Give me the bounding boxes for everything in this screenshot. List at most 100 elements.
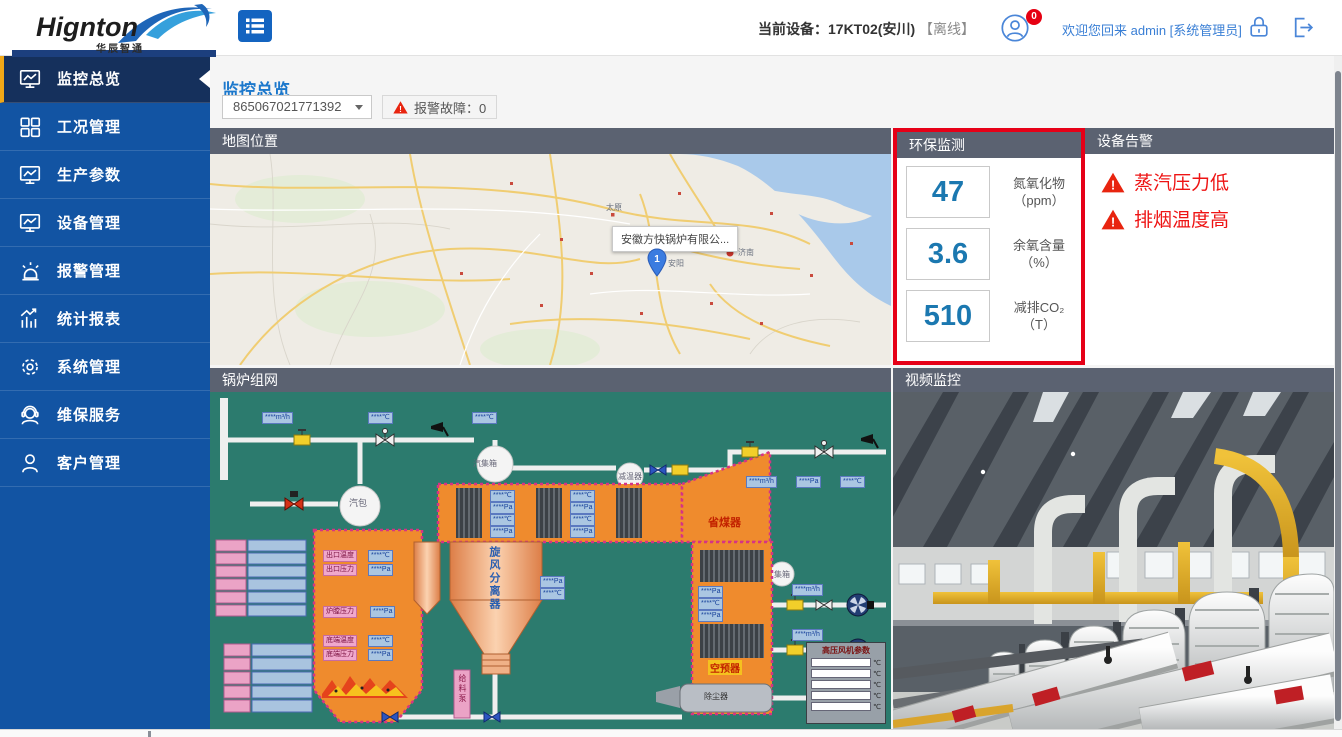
diagram-value-chip: ****m³/h xyxy=(746,476,777,488)
map-tooltip: 安徽方快锅炉有限公... xyxy=(612,226,738,252)
panel-header: 锅炉组网 xyxy=(210,368,891,392)
username-role: admin [系统管理员] xyxy=(1131,23,1242,38)
sidebar-item-label: 工况管理 xyxy=(57,116,121,137)
horizontal-scrollbar-mark xyxy=(148,731,151,737)
lock-screen-button[interactable] xyxy=(1246,14,1272,44)
logout-button[interactable] xyxy=(1290,14,1317,44)
notification-badge[interactable]: 0 xyxy=(1026,9,1042,25)
sidebar-item-alarm-mgmt[interactable]: 报警管理 xyxy=(0,247,210,295)
diagram-value-chip: ****Pa xyxy=(570,502,595,514)
env-metrics: 47 氮氧化物（ppm） 3.6 余氧含量（%） 510 减排CO₂（T） xyxy=(897,158,1081,357)
fan-params-title: 高压风机参数 xyxy=(811,645,881,656)
siren-icon xyxy=(18,259,42,283)
metric-label: 氮氧化物（ppm） xyxy=(998,175,1080,209)
brand-name: Hignton xyxy=(36,12,138,43)
menu-toggle-button[interactable] xyxy=(238,10,272,42)
diagram-value-chip: ****℃ xyxy=(490,490,515,502)
metric-value: 47 xyxy=(906,166,990,218)
diagram-value-chip: ****Pa xyxy=(698,610,723,622)
device-select-value: 865067021771392 xyxy=(233,99,341,114)
grid-icon xyxy=(18,115,42,139)
map-graphic xyxy=(210,154,891,365)
lock-icon xyxy=(1246,14,1272,41)
device-select-dropdown[interactable]: 865067021771392 xyxy=(222,95,372,119)
diagram-value-chip: ****Pa xyxy=(540,576,565,588)
user-avatar-button[interactable]: 0 xyxy=(1000,13,1050,45)
device-alarm-panel: 设备告警 ! 蒸汽压力低 ! 排烟温度高 xyxy=(1085,128,1334,365)
vertical-scrollbar-thumb[interactable] xyxy=(1335,71,1341,721)
map-city-label: 太原 xyxy=(606,202,622,213)
diagram-value-chip: ****Pa xyxy=(490,502,515,514)
sidebar-item-statistics[interactable]: 统计报表 xyxy=(0,295,210,343)
diagram-value-chip: ****Pa xyxy=(796,476,821,488)
welcome-text: 欢迎您回来 admin [系统管理员] xyxy=(1062,20,1242,39)
alarm-list: ! 蒸汽压力低 ! 排烟温度高 xyxy=(1085,154,1334,232)
boiler-scada-graphic xyxy=(210,392,891,729)
sidebar-item-device-mgmt[interactable]: 设备管理 xyxy=(0,199,210,247)
sidebar-item-monitor-overview[interactable]: 监控总览 xyxy=(0,55,210,103)
warning-triangle-icon: ! xyxy=(1101,208,1125,230)
sidebar-item-customer-mgmt[interactable]: 客户管理 xyxy=(0,439,210,487)
map-canvas[interactable]: 太原 济南 安阳 安徽方快锅炉有限公... 1 xyxy=(210,154,891,365)
welcome-label: 欢迎您回来 xyxy=(1062,23,1127,38)
diagram-value-chip: ****℃ xyxy=(490,514,515,526)
diagram-value-chip: ****Pa xyxy=(368,564,393,576)
sidebar-item-maintenance[interactable]: 维保服务 xyxy=(0,391,210,439)
sidebar-item-label: 维保服务 xyxy=(57,404,121,425)
sidebar-item-label: 统计报表 xyxy=(57,308,121,329)
map-city-label: 济南 xyxy=(738,247,754,258)
horizontal-scrollbar xyxy=(0,729,1342,737)
diagram-value-chip: ****Pa xyxy=(368,649,393,661)
metric-label: 余氧含量（%） xyxy=(998,237,1080,271)
monitor-chart-icon xyxy=(18,211,42,235)
svg-text:!: ! xyxy=(1111,214,1115,229)
metric-oxygen: 3.6 余氧含量（%） xyxy=(906,228,1080,280)
diagram-value-chip: ****Pa xyxy=(698,586,723,598)
diagram-param-chip: 出口温度 xyxy=(323,550,357,562)
diagram-value-chip: ****℃ xyxy=(472,412,497,424)
sidebar-item-label: 客户管理 xyxy=(57,452,121,473)
plant-photo-graphic xyxy=(893,392,1334,729)
current-device-label: 当前设备：17KT02(安川) xyxy=(758,21,915,37)
sidebar-item-system-mgmt[interactable]: 系统管理 xyxy=(0,343,210,391)
diagram-value-chip: ****Pa xyxy=(490,526,515,538)
metric-value: 3.6 xyxy=(906,228,990,280)
diagram-value-chip: ****℃ xyxy=(570,514,595,526)
diagram-value-chip: ****m³/h xyxy=(792,629,823,641)
alarm-fault-chip[interactable]: ! 报警故障：0 xyxy=(382,95,497,119)
sidebar-item-label: 报警管理 xyxy=(57,260,121,281)
topbar: Hignton 华辰智通 当前设备：17KT02(安川) 【离线】 xyxy=(0,0,1342,56)
diagram-value-chip: ****m³/h xyxy=(792,584,823,596)
app-root: Hignton 华辰智通 当前设备：17KT02(安川) 【离线】 xyxy=(0,0,1342,737)
map-city-label: 安阳 xyxy=(668,258,684,269)
diagram-label-dust: 除尘器 xyxy=(704,691,728,702)
svg-text:!: ! xyxy=(399,105,402,114)
diagram-value-chip: ****℃ xyxy=(698,598,723,610)
video-feed xyxy=(893,392,1334,729)
diagram-label-attemperator: 减温器 xyxy=(618,471,642,482)
diagram-param-chip: 出口压力 xyxy=(323,564,357,576)
diagram-param-chip: 炉膛压力 xyxy=(323,606,357,618)
panel-header: 环保监测 xyxy=(897,132,1081,158)
sidebar-item-label: 设备管理 xyxy=(57,212,121,233)
diagram-param-chip: 底端温度 xyxy=(323,635,357,647)
device-offline-status: 【离线】 xyxy=(919,21,975,37)
map-location-panel: 地图位置 xyxy=(210,128,891,365)
metric-nox: 47 氮氧化物（ppm） xyxy=(906,166,1080,218)
sidebar-item-condition-mgmt[interactable]: 工况管理 xyxy=(0,103,210,151)
metric-value: 510 xyxy=(906,290,990,342)
diagram-value-chip: ****Pa xyxy=(570,526,595,538)
diagram-label-preheater: 空预器 xyxy=(708,660,742,675)
logout-icon xyxy=(1290,14,1317,41)
map-pin[interactable]: 1 xyxy=(646,248,668,278)
brand-subtitle: 华辰智通 xyxy=(96,40,144,55)
sidebar-item-production-params[interactable]: 生产参数 xyxy=(0,151,210,199)
page-controls: 865067021771392 ! 报警故障：0 xyxy=(222,95,497,119)
diagram-value-chip: ****℃ xyxy=(368,550,393,562)
diagram-label-collector: 集箱 xyxy=(774,569,790,580)
metric-co2: 510 减排CO₂（T） xyxy=(906,290,1080,342)
boiler-network-panel: 锅炉组网 xyxy=(210,368,891,729)
panel-header: 视频监控 xyxy=(893,368,1334,392)
boiler-diagram: 汽包 汽集箱 减温器 集箱 旋风分离器 省煤器 空预器 除尘器 给料泵 出口温度… xyxy=(210,392,891,729)
diagram-value-chip: ****℃ xyxy=(368,635,393,647)
